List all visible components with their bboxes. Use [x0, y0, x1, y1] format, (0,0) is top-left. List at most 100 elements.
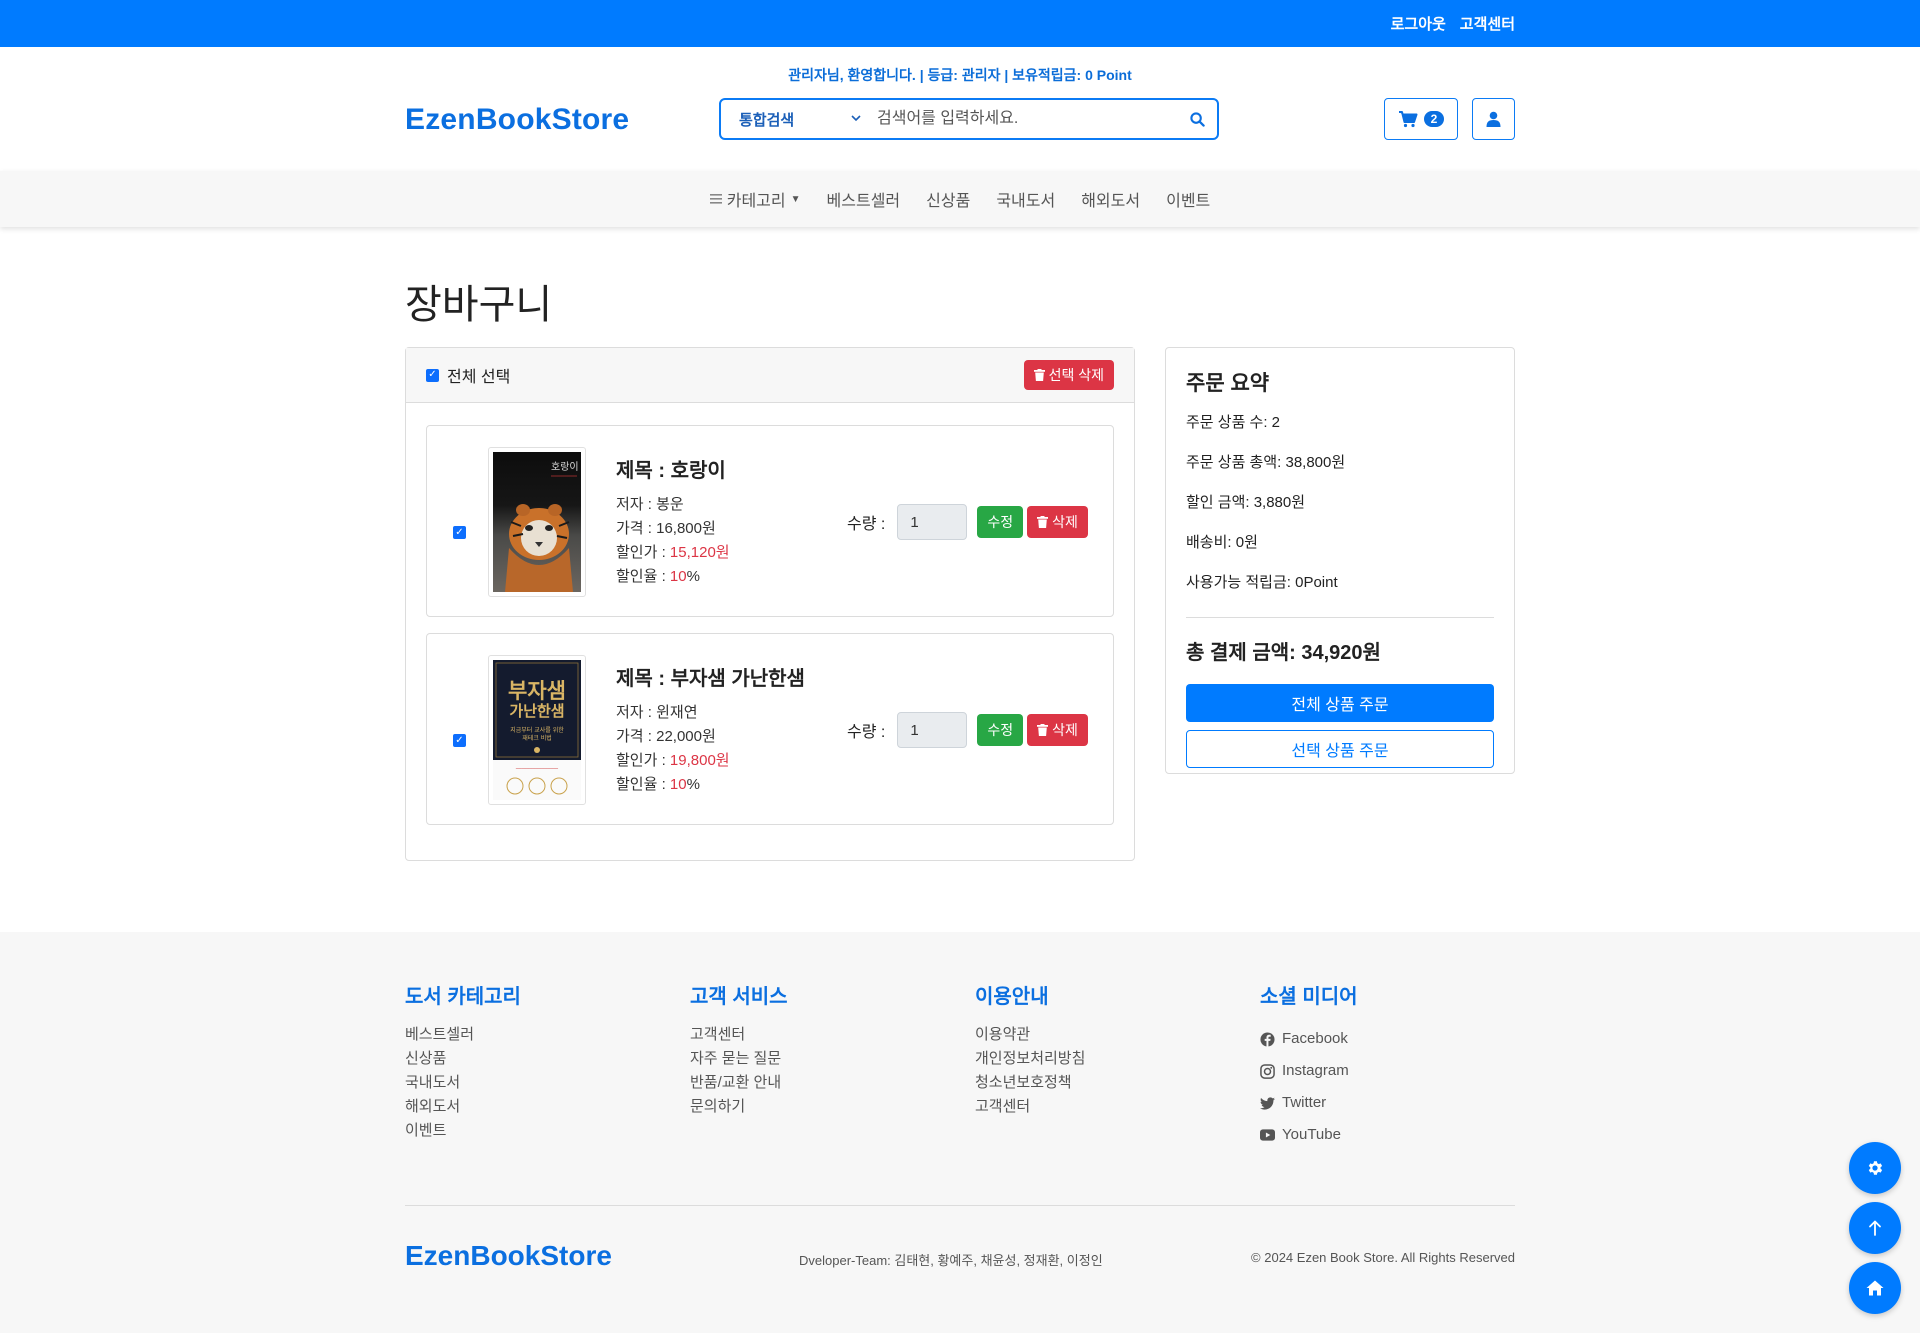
svg-text:재테크 비법: 재테크 비법 [522, 734, 552, 742]
footer-col-title: 도서 카테고리 [405, 986, 521, 1008]
nav-foreign-books[interactable]: 해외도서 [1081, 187, 1140, 211]
nav-new-products[interactable]: 신상품 [926, 187, 970, 211]
book-title[interactable]: 제목 : 부자샘 가난한샘 [616, 662, 805, 691]
svg-text:호랑이: 호랑이 [551, 461, 579, 473]
book-price: 가격 : 22,000원 [616, 728, 716, 745]
nav-bestseller[interactable]: 베스트셀러 [827, 187, 901, 211]
order-summary-card: 주문 요약 주문 상품 수: 2 주문 상품 총액: 38,800원 할인 금액… [1165, 347, 1515, 774]
header: 관리자님, 환영합니다. | 등급: 관리자 | 보유적립금: 0 Point … [0, 47, 1920, 171]
search-button[interactable] [1177, 100, 1217, 138]
order-item-count: 주문 상품 수: 2 [1186, 414, 1281, 431]
quantity-input[interactable] [897, 504, 968, 540]
delete-item-button[interactable]: 삭제 [1027, 506, 1088, 538]
delete-selected-label: 선택 삭제 [1048, 367, 1104, 383]
search-bar: 통합검색 [719, 98, 1219, 140]
book-author: 저자 : 윈재연 [616, 704, 698, 721]
order-selected-button[interactable]: 선택 상품 주문 [1186, 730, 1494, 768]
nav-events[interactable]: 이벤트 [1166, 187, 1210, 211]
item-checkbox[interactable]: ✓ [453, 734, 466, 747]
cart-count-badge: 2 [1423, 111, 1445, 127]
order-discount: 할인 금액: 3,880원 [1186, 494, 1306, 511]
search-type-select[interactable]: 통합검색 [721, 100, 871, 138]
quantity-label: 수량 : [847, 724, 886, 741]
footer-logo[interactable]: EzenBookStore [405, 1240, 612, 1272]
order-summary-title: 주문 요약 [1186, 372, 1270, 395]
arrow-up-icon [1869, 1220, 1881, 1236]
footer: 도서 카테고리 베스트셀러 신상품 국내도서 해외도서 이벤트 고객 서비스 고… [0, 932, 1920, 1333]
order-all-button[interactable]: 전체 상품 주문 [1186, 684, 1494, 722]
svg-text:부자샘: 부자샘 [508, 679, 566, 703]
quantity-label: 수량 : [847, 516, 886, 533]
search-input[interactable] [871, 100, 1177, 138]
update-quantity-button[interactable]: 수정 [977, 506, 1024, 538]
footer-copyright: © 2024 Ezen Book Store. All Rights Reser… [1251, 1250, 1515, 1265]
menu-icon [709, 194, 722, 204]
youtube-link[interactable]: YouTube [1260, 1119, 1358, 1151]
book-discount-rate: 할인율 : 10% [616, 568, 700, 585]
footer-link[interactable]: 국내도서 [405, 1071, 521, 1095]
chevron-down-icon [851, 113, 861, 125]
nav-category-dropdown[interactable]: 카테고리 ▼ [709, 187, 801, 211]
svg-text:──────────────: ────────────── [515, 766, 559, 772]
footer-link[interactable]: 반품/교환 안내 [690, 1071, 788, 1095]
instagram-icon [1260, 1063, 1275, 1079]
scroll-top-fab-button[interactable] [1849, 1202, 1901, 1254]
footer-link[interactable]: 문의하기 [690, 1095, 788, 1119]
book-title[interactable]: 제목 : 호랑이 [616, 454, 730, 483]
user-button[interactable] [1472, 98, 1515, 140]
facebook-link[interactable]: Facebook [1260, 1023, 1358, 1055]
footer-link[interactable]: 베스트셀러 [405, 1023, 521, 1047]
cart-item: ✓ 호랑이 제목: 호랑이 저자: 봉운 가격: 16,800원 할인가 … [426, 425, 1114, 617]
order-points: 사용가능 적립금: 0Point [1186, 574, 1338, 591]
footer-link[interactable]: 이용약관 [975, 1023, 1085, 1047]
logout-link[interactable]: 로그아웃 [1391, 13, 1446, 34]
footer-link[interactable]: 신상품 [405, 1047, 521, 1071]
delete-selected-button[interactable]: 선택 삭제 [1023, 360, 1114, 390]
welcome-message: 관리자님, 환영합니다. | 등급: 관리자 | 보유적립금: 0 Point [788, 67, 1132, 83]
book-price: 가격 : 16,800원 [616, 520, 716, 537]
book-info: 제목 : 호랑이 저자 : 봉운 가격 : 16,800원 할인가 : 15,1… [616, 454, 730, 589]
footer-link[interactable]: 이벤트 [405, 1119, 521, 1143]
cart-icon [1398, 111, 1418, 128]
cart-button[interactable]: 2 [1384, 98, 1458, 140]
twitter-link[interactable]: Twitter [1260, 1087, 1358, 1119]
quantity-input[interactable] [897, 712, 968, 748]
footer-link[interactable]: 고객센터 [975, 1095, 1085, 1119]
instagram-link[interactable]: Instagram [1260, 1055, 1358, 1087]
book-cover-image[interactable]: 호랑이 [488, 447, 586, 597]
main-content: 장바구니 ✓ 전체 선택 선택 삭제 ✓ 호랑이 제목: 호랑이 저자: 봉… [405, 227, 1515, 931]
home-fab-button[interactable] [1849, 1262, 1901, 1314]
trash-icon [1037, 724, 1049, 736]
footer-link[interactable]: 고객센터 [690, 1023, 788, 1047]
update-quantity-button[interactable]: 수정 [977, 714, 1024, 746]
settings-fab-button[interactable] [1849, 1142, 1901, 1194]
order-shipping: 배송비: 0원 [1186, 534, 1258, 551]
footer-link[interactable]: 자주 묻는 질문 [690, 1047, 788, 1071]
checkbox-checked-icon: ✓ [426, 368, 439, 382]
facebook-icon [1260, 1031, 1275, 1047]
search-icon [1189, 111, 1205, 127]
user-icon [1486, 111, 1501, 127]
site-logo[interactable]: EzenBookStore [405, 103, 629, 137]
nav-domestic-books[interactable]: 국내도서 [996, 187, 1055, 211]
home-icon [1866, 1280, 1884, 1296]
nav-category-label: 카테고리 [726, 193, 786, 210]
customer-center-link[interactable]: 고객센터 [1460, 13, 1515, 34]
book-cover-image[interactable]: 부자샘 가난한샘 지금부터 교사를 위한 재테크 비법 ────────────… [488, 655, 586, 805]
footer-link[interactable]: 청소년보호정책 [975, 1071, 1085, 1095]
footer-developers: Dveloper-Team: 김태현, 황예주, 채윤성, 정재환, 이정인 [799, 1253, 1103, 1268]
delete-item-button[interactable]: 삭제 [1027, 714, 1088, 746]
item-checkbox[interactable]: ✓ [453, 526, 466, 539]
gear-icon [1868, 1161, 1883, 1175]
book-info: 제목 : 부자샘 가난한샘 저자 : 윈재연 가격 : 22,000원 할인가 … [616, 662, 805, 797]
footer-link[interactable]: 개인정보처리방침 [975, 1047, 1085, 1071]
main-nav: 카테고리 ▼ 베스트셀러 신상품 국내도서 해외도서 이벤트 [0, 171, 1920, 227]
select-all-checkbox[interactable]: ✓ 전체 선택 [426, 363, 510, 387]
order-grand-total: 총 결제 금액: 34,920원 [1186, 642, 1381, 664]
youtube-icon [1260, 1129, 1275, 1141]
page-title: 장바구니 [405, 283, 553, 327]
book-author: 저자 : 봉운 [616, 496, 684, 513]
footer-link[interactable]: 해외도서 [405, 1095, 521, 1119]
search-type-label: 통합검색 [739, 111, 795, 129]
book-discount-price: 할인가 : 19,800원 [616, 752, 730, 769]
